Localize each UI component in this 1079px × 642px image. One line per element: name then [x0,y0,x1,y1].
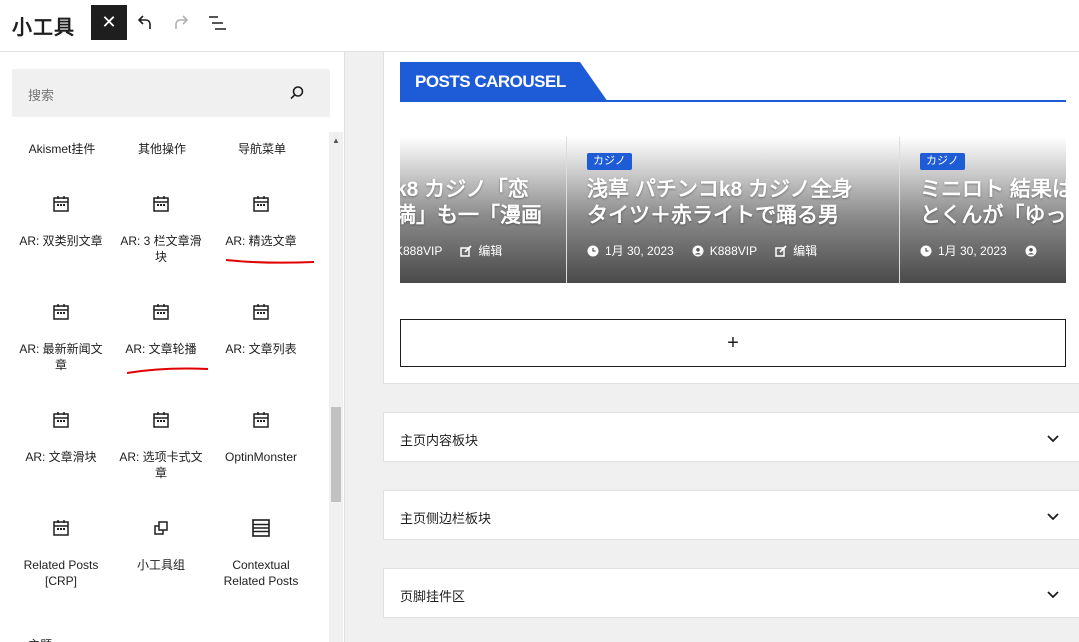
block-item[interactable]: AR: 文章滑块 [11,388,111,496]
block-inserter-sidebar: 搜索 Akismet挂件 其他操作 导航菜单 AR: 双类别文章 AR: 3 栏… [0,52,345,642]
posts-carousel-heading[interactable]: POSTS CAROUSEL [400,62,1066,102]
add-block-button[interactable]: + [400,319,1066,367]
block-label: Related Posts [CRP] [23,558,99,588]
slide-date: 1月 30, 2023 [938,244,1007,258]
annotation-underline [225,259,315,264]
category-theme[interactable]: 主题 [28,636,52,642]
panel-label: 主页侧边栏板块 [400,511,492,526]
scroll-up-arrow-icon[interactable]: ▲ [331,136,341,146]
block-item[interactable]: AR: 3 栏文章滑块 [111,172,211,280]
block-label: AR: 文章滑块 [25,450,97,464]
block-label: AR: 精选文章 [225,234,297,248]
search-icon[interactable] [288,84,306,102]
clock-icon [587,245,599,256]
calendar-icon [253,196,269,212]
page-title: 小工具 [12,17,75,39]
edit-icon [775,244,787,257]
search-placeholder: 搜索 [28,88,55,103]
slide-date: 1月 30, 2023 [605,244,674,258]
undo-icon [137,15,151,29]
plus-icon: + [727,331,739,354]
carousel-slide[interactable]: k8 カジノ「恋満」も一「漫画 K888VIP 编辑 [400,137,567,283]
undo-button[interactable] [134,12,158,34]
calendar-icon [153,304,169,320]
widget-area-panel[interactable]: 主页侧边栏板块 [383,490,1079,540]
panel-label: 主页内容板块 [400,433,479,448]
search-input[interactable]: 搜索 [12,69,330,117]
slide-edit-link[interactable]: 编辑 [793,242,817,259]
slide-meta: K888VIP 编辑 [400,242,502,259]
calendar-icon [53,196,69,212]
posts-carousel[interactable]: k8 カジノ「恋満」も一「漫画 K888VIP 编辑 カジノ 浅草 パチンコk8… [400,137,1066,283]
category-badge[interactable]: カジノ [920,153,965,170]
block-label: AR: 文章列表 [225,342,297,356]
chevron-down-icon[interactable] [1046,509,1060,523]
calendar-icon [153,196,169,212]
block-item[interactable]: Contextual Related Posts [211,496,311,604]
list-view-button[interactable] [205,12,229,34]
sidebar-scrollbar[interactable] [329,132,343,642]
clock-icon [920,245,932,256]
table-icon [252,519,270,537]
widget-editor: POSTS CAROUSEL k8 カジノ「恋満」も一「漫画 K888VIP 编… [345,52,1079,642]
slide-meta: 1月 30, 2023 K888VIP 编辑 [587,242,817,259]
block-label: Contextual Related Posts [223,558,299,588]
calendar-icon [253,412,269,428]
slide-title: ミニロト 結果は とくんが「ゆっ [920,178,1066,227]
calendar-icon [53,304,69,320]
category-other[interactable]: 其他操作 [112,140,212,157]
block-label: AR: 3 栏文章滑块 [120,234,202,264]
block-item[interactable]: 小工具组 [111,496,211,604]
group-icon [154,521,168,535]
block-item[interactable]: AR: 文章列表 [211,280,311,388]
slide-edit-link[interactable]: 编辑 [478,242,502,259]
category-akismet[interactable]: Akismet挂件 [12,140,112,157]
list-view-icon [209,16,226,30]
block-item[interactable]: AR: 选项卡式文章 [111,388,211,496]
block-label: 小工具组 [136,558,185,572]
slide-meta: 1月 30, 2023 [920,242,1037,259]
panel-label: 页脚挂件区 [400,589,466,604]
slide-title: 浅草 パチンコk8 カジノ全身 タイツ＋赤ライトで踊る男 [587,178,853,227]
calendar-icon [153,412,169,428]
chevron-down-icon[interactable] [1046,431,1060,445]
top-toolbar: 小工具 ✕ [0,0,1079,52]
slide-title: k8 カジノ「恋 満」も一「漫画 [400,178,542,227]
block-label: AR: 文章轮播 [125,342,197,356]
scrollbar-thumb[interactable] [331,407,341,502]
block-item[interactable]: AR: 最新新闻文章 [11,280,111,388]
category-badge[interactable]: カジノ [587,153,632,170]
user-icon [692,245,704,256]
redo-icon [175,15,189,29]
calendar-icon [53,412,69,428]
close-icon: ✕ [101,12,117,32]
calendar-icon [53,520,69,536]
calendar-icon [253,304,269,320]
carousel-slide[interactable]: カジノ ミニロト 結果は とくんが「ゆっ 1月 30, 2023 [900,137,1066,283]
edit-icon [460,244,473,257]
carousel-slide[interactable]: カジノ 浅草 パチンコk8 カジノ全身 タイツ＋赤ライトで踊る男 1月 30, 2… [567,137,900,283]
slide-author: K888VIP [709,243,758,258]
block-label: AR: 双类别文章 [19,234,103,248]
widget-area-panel[interactable]: 页脚挂件区 [383,568,1079,618]
redo-button[interactable] [170,12,194,34]
block-label: AR: 选项卡式文章 [119,450,203,480]
posts-carousel-title: POSTS CAROUSEL [400,62,608,102]
slide-author: K888VIP [400,243,443,258]
category-navigation[interactable]: 导航菜单 [212,140,312,157]
block-label: OptinMonster [224,450,298,464]
widget-area-panel[interactable]: 主页内容板块 [383,412,1079,462]
user-icon [1025,245,1037,256]
block-item[interactable]: OptinMonster [211,388,311,496]
block-label: AR: 最新新闻文章 [19,342,103,372]
chevron-down-icon[interactable] [1046,587,1060,601]
block-item[interactable]: Related Posts [CRP] [11,496,111,604]
block-item[interactable]: AR: 双类别文章 [11,172,111,280]
annotation-underline [126,367,209,374]
close-button[interactable]: ✕ [91,5,127,40]
